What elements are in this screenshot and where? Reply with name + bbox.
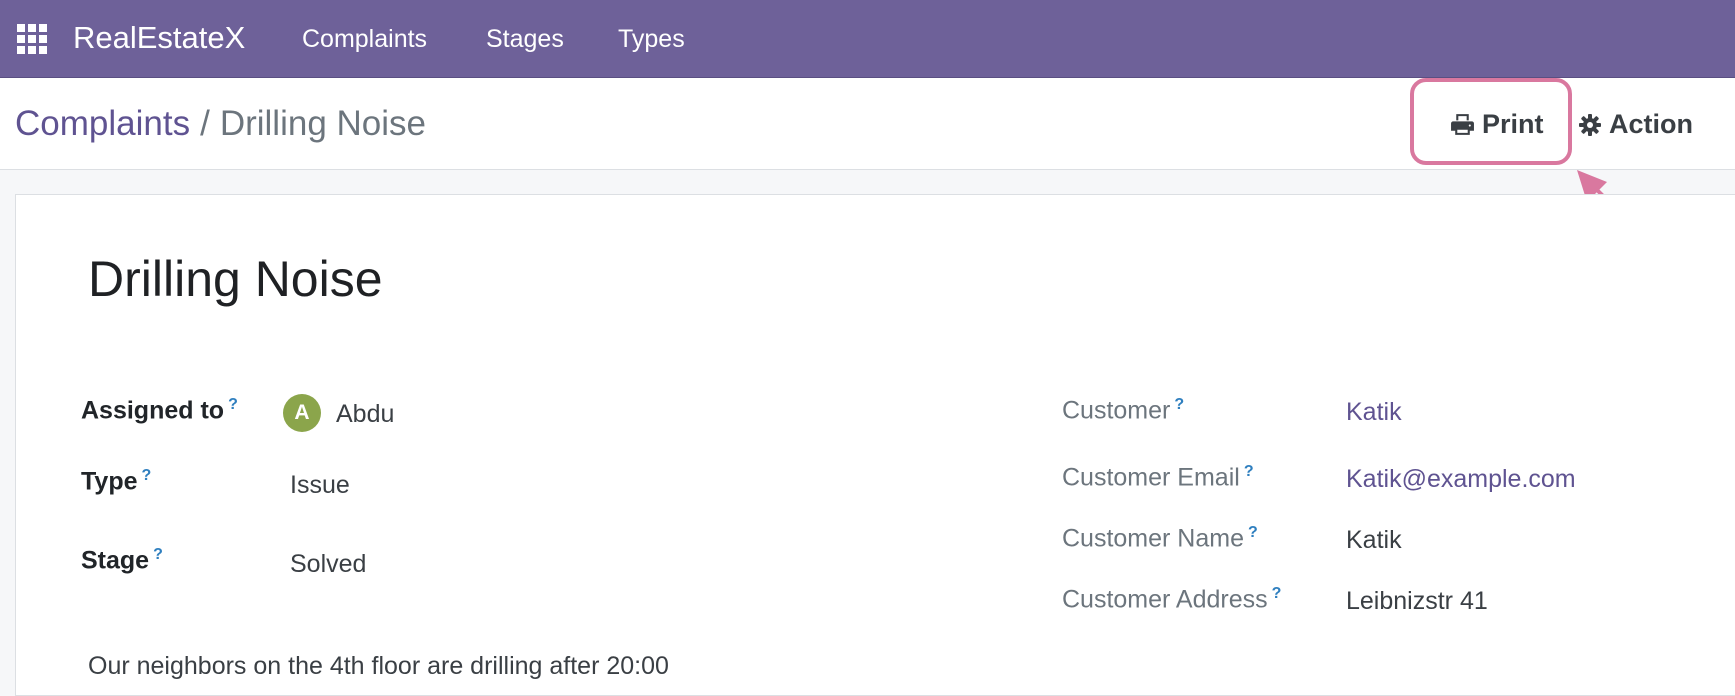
help-icon[interactable]: ? xyxy=(228,396,238,413)
field-label-stage: Stage? xyxy=(81,546,163,575)
type-value[interactable]: Issue xyxy=(290,471,350,500)
field-label-customer: Customer? xyxy=(1062,396,1185,425)
field-label-type: Type? xyxy=(81,467,152,496)
help-icon[interactable]: ? xyxy=(1244,463,1254,480)
field-label-assigned-to: Assigned to? xyxy=(81,396,238,425)
gear-icon xyxy=(1579,113,1601,136)
breadcrumb: Complaints / Drilling Noise xyxy=(15,104,426,144)
help-icon[interactable]: ? xyxy=(1248,524,1258,541)
description-text[interactable]: Our neighbors on the 4th floor are drill… xyxy=(88,652,669,681)
breadcrumb-parent-link[interactable]: Complaints xyxy=(15,104,190,143)
breadcrumb-current: Drilling Noise xyxy=(219,104,426,143)
action-button[interactable]: Action xyxy=(1578,109,1693,140)
customer-email-link[interactable]: Katik@example.com xyxy=(1346,465,1576,494)
help-icon[interactable]: ? xyxy=(1272,585,1282,602)
customer-link[interactable]: Katik xyxy=(1346,398,1402,427)
field-label-customer-email: Customer Email? xyxy=(1062,463,1254,492)
action-label: Action xyxy=(1609,109,1693,139)
customer-address-value[interactable]: Leibnizstr 41 xyxy=(1346,587,1488,616)
grid-icon[interactable] xyxy=(17,24,47,54)
nav-stages[interactable]: Stages xyxy=(486,25,564,54)
field-label-customer-name: Customer Name? xyxy=(1062,524,1258,553)
assigned-to-value[interactable]: Abdu xyxy=(336,400,394,429)
breadcrumb-separator: / xyxy=(200,104,210,143)
nav-types[interactable]: Types xyxy=(618,25,685,54)
help-icon[interactable]: ? xyxy=(142,467,152,484)
field-label-customer-address: Customer Address? xyxy=(1062,585,1282,614)
record-title: Drilling Noise xyxy=(88,251,383,307)
nav-complaints[interactable]: Complaints xyxy=(302,25,427,54)
help-icon[interactable]: ? xyxy=(153,546,163,563)
help-icon[interactable]: ? xyxy=(1174,396,1184,413)
stage-value[interactable]: Solved xyxy=(290,550,366,579)
avatar: A xyxy=(283,394,321,432)
top-navbar: RealEstateX Complaints Stages Types xyxy=(0,0,1735,78)
customer-name-value[interactable]: Katik xyxy=(1346,526,1402,555)
app-brand[interactable]: RealEstateX xyxy=(73,20,245,56)
print-highlight-box xyxy=(1410,78,1572,165)
